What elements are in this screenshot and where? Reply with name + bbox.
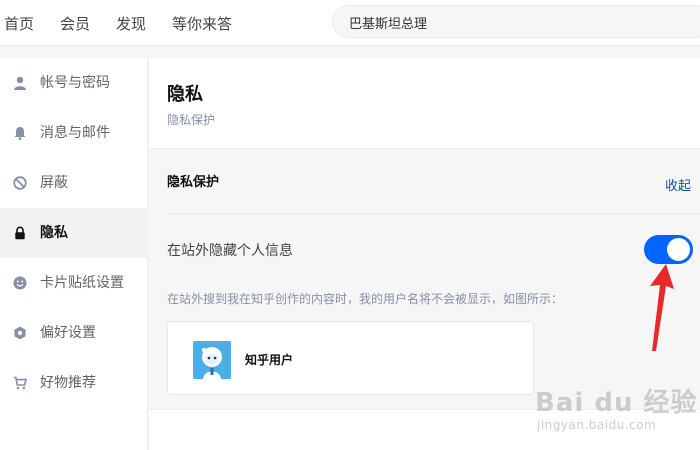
annotation-arrow-icon [650,264,674,351]
user-icon [14,76,26,90]
sidebar-item-preferences[interactable]: 偏好设置 [0,308,148,358]
watermark-url: jingyan.baidu.com [537,418,657,432]
page-title: 隐私 [167,84,203,105]
hide-info-description: 在站外搜到我在知乎创作的内容时，我的用户名将不会被显示，如图所示： [167,292,564,306]
nav-membership[interactable]: 会员 [60,13,90,34]
smiley-icon [13,276,27,290]
top-navbar: 首页 会员 发现 等你来答 [0,0,700,46]
nav-home[interactable]: 首页 [4,13,34,34]
sidebar-item-goods-recommend[interactable]: 好物推荐 [0,358,148,408]
default-avatar-icon [193,341,231,379]
hide-info-label: 在站外隐藏个人信息 [167,243,293,259]
lock-icon [15,226,25,240]
settings-sidebar: 帐号与密码 消息与邮件 屏蔽 隐私 卡片贴纸设置 偏好设置 好物推荐 [0,58,148,450]
hexagon-icon [14,326,26,340]
sidebar-item-label: 好物推荐 [40,375,96,391]
sidebar-item-label: 屏蔽 [40,175,68,191]
divider [167,213,700,214]
sidebar-item-messages-email[interactable]: 消息与邮件 [0,108,148,158]
watermark: Bai du 经验 jingyan.baidu.com [535,370,700,450]
sidebar-item-label: 偏好设置 [40,325,96,341]
avatar [193,341,231,379]
section-title: 隐私保护 [167,175,220,190]
preview-card: 知乎用户 [167,321,534,395]
sidebar-item-card-sticker-settings[interactable]: 卡片贴纸设置 [0,258,148,308]
nav-discover[interactable]: 发现 [116,13,146,34]
sidebar-item-block[interactable]: 屏蔽 [0,158,148,208]
cart-icon [13,376,27,390]
collapse-link[interactable]: 收起 [665,175,691,194]
sidebar-item-label: 消息与邮件 [40,125,110,141]
watermark-brand: Bai du 经验 [535,388,698,418]
search-input[interactable] [349,13,689,31]
preview-username: 知乎用户 [245,353,294,367]
page-subtitle: 隐私保护 [167,113,216,127]
bell-icon [14,127,26,140]
nav-waiting-answers[interactable]: 等你来答 [172,13,232,34]
main-nav: 首页 会员 发现 等你来答 [0,0,258,46]
sidebar-item-account-password[interactable]: 帐号与密码 [0,58,148,108]
sidebar-item-label: 帐号与密码 [40,75,110,91]
sidebar-item-label: 隐私 [40,225,68,241]
search-box[interactable] [332,5,700,38]
block-icon [13,176,27,190]
sidebar-item-privacy[interactable]: 隐私 [0,208,148,258]
sidebar-item-label: 卡片贴纸设置 [40,275,124,291]
